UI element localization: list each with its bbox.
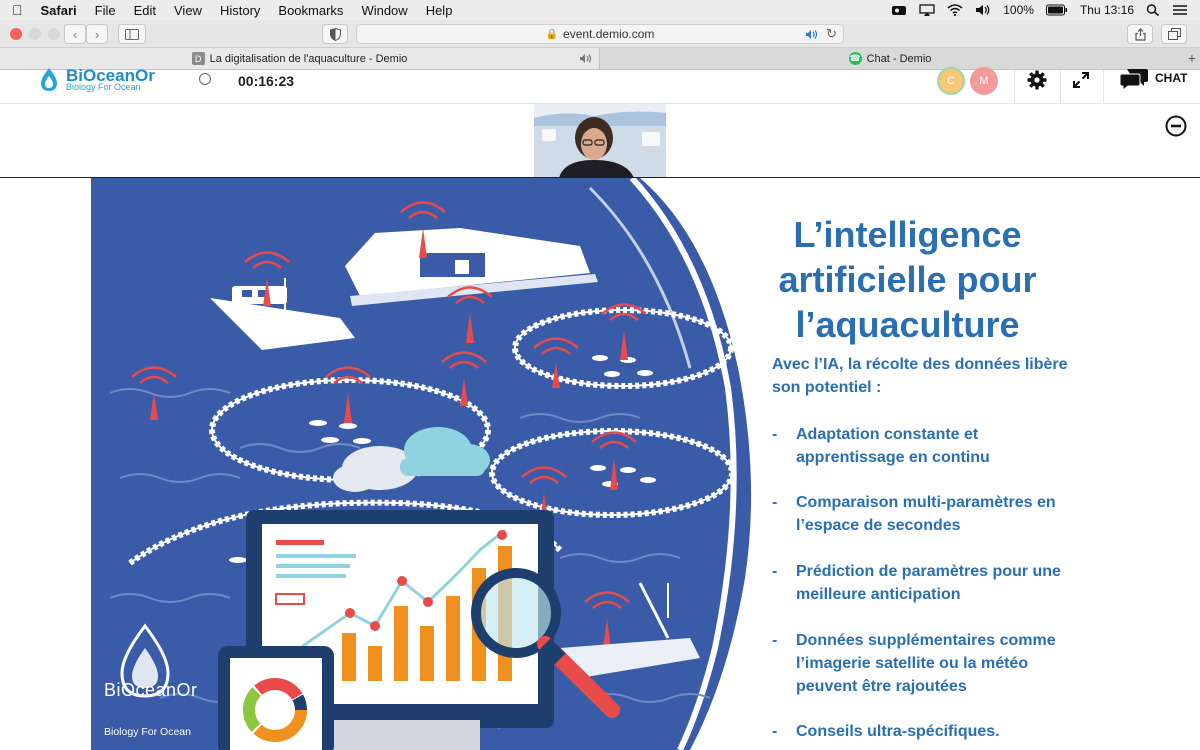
bullet-line: l’imagerie satellite ou la météo	[796, 655, 1029, 672]
slide-intro: Avec l’IA, la récolte des données libère…	[772, 353, 1102, 399]
close-window-button[interactable]	[10, 28, 22, 40]
new-tab-button[interactable]: +	[1188, 50, 1196, 66]
bullet-line: Conseils ultra-spécifiques.	[796, 723, 1000, 740]
wifi-icon[interactable]	[947, 4, 963, 16]
back-button[interactable]: ‹	[64, 24, 86, 44]
presenter-video[interactable]	[534, 104, 666, 178]
apple-icon[interactable]: 	[12, 2, 23, 18]
privacy-report-button[interactable]	[322, 24, 348, 44]
slide-intro-line: Avec l’IA, la récolte des données libère	[772, 356, 1068, 373]
tab-title: La digitalisation de l'aquaculture - Dem…	[209, 52, 408, 65]
battery-icon[interactable]	[1045, 4, 1068, 16]
attendee-avatar[interactable]: M	[970, 67, 998, 95]
tab-chat[interactable]: ☎ Chat - Demio	[600, 48, 1180, 69]
control-center-icon[interactable]	[1172, 4, 1188, 16]
bullet-line: Comparaison multi-paramètres en	[796, 494, 1056, 511]
volume-icon[interactable]	[975, 4, 991, 16]
slide-bullet: - Adaptation constante et apprentissage …	[772, 423, 1092, 469]
aquaculture-illustration	[91, 178, 752, 750]
airplay-icon[interactable]	[919, 4, 935, 16]
chat-button[interactable]: CHAT	[1155, 71, 1187, 85]
bullet-line: l’espace de secondes	[796, 517, 961, 534]
bullet-dash: -	[772, 632, 778, 649]
chevron-left-icon: ‹	[72, 26, 78, 42]
presentation-slide: BiOceanOr Biology For Ocean L’intelligen…	[0, 178, 1200, 750]
bullet-dash: -	[772, 563, 778, 580]
tabs-overview-icon	[1167, 28, 1181, 40]
gear-icon[interactable]	[1027, 70, 1047, 90]
audio-playing-icon[interactable]	[805, 29, 819, 40]
share-button[interactable]	[1127, 24, 1153, 44]
tab-title: Chat - Demio	[866, 52, 932, 65]
sidebar-icon	[125, 28, 139, 40]
demio-favicon: D	[191, 52, 205, 65]
menu-view[interactable]: View	[174, 3, 202, 18]
slide-title: L’intelligence artificielle pour l’aquac…	[760, 212, 1055, 347]
slide-bullet: - Comparaison multi-paramètres en l’espa…	[772, 491, 1092, 537]
bullet-line: meilleure anticipation	[796, 586, 961, 603]
spotlight-search-icon[interactable]	[1146, 4, 1160, 16]
minimize-window-button[interactable]	[29, 28, 41, 40]
bullet-line: apprentissage en continu	[796, 449, 990, 466]
menu-history[interactable]: History	[220, 3, 260, 18]
tab-bar: D La digitalisation de l'aquaculture - D…	[0, 48, 1200, 70]
menu-bookmarks[interactable]: Bookmarks	[278, 3, 343, 18]
chat-favicon-icon: ☎	[848, 52, 862, 65]
menu-app-name[interactable]: Safari	[41, 3, 77, 18]
slide-brand-tagline: Biology For Ocean	[104, 726, 191, 738]
speaker-icon[interactable]	[579, 53, 593, 64]
slide-title-line: L’intelligence	[793, 214, 1022, 255]
shield-icon	[329, 27, 341, 41]
zoom-window-button[interactable]	[48, 28, 60, 40]
menu-window[interactable]: Window	[361, 3, 407, 18]
recording-indicator-icon	[199, 73, 211, 85]
slide-bullet: - Données supplémentaires comme l’imager…	[772, 629, 1092, 698]
fullscreen-icon[interactable]	[1073, 72, 1089, 88]
attendee-avatar[interactable]: C	[937, 67, 965, 95]
bullet-line: Données supplémentaires comme	[796, 632, 1056, 649]
forward-button[interactable]: ›	[86, 24, 108, 44]
clock[interactable]: Thu 13:16	[1080, 3, 1134, 17]
chevron-right-icon: ›	[94, 26, 100, 42]
divider	[1014, 70, 1015, 104]
lock-icon: 🔒	[545, 28, 559, 40]
sidebar-toggle-button[interactable]	[118, 24, 146, 44]
bullet-line: peuvent être rajoutées	[796, 678, 967, 695]
show-tabs-button[interactable]	[1161, 24, 1187, 44]
address-bar[interactable]: 🔒 event.demio.com ↻	[356, 24, 844, 44]
presenter-video-feed	[534, 104, 666, 178]
slide-bullet: - Prédiction de paramètres pour une meil…	[772, 560, 1092, 606]
bullet-line: Prédiction de paramètres pour une	[796, 563, 1061, 580]
video-camera-icon[interactable]	[891, 4, 907, 16]
slide-title-line: artificielle pour	[778, 259, 1037, 300]
battery-percentage: 100%	[1003, 3, 1034, 17]
menu-edit[interactable]: Edit	[134, 3, 156, 18]
slide-bullet: - Conseils ultra-spécifiques.	[772, 720, 1092, 743]
divider	[1060, 70, 1061, 104]
bullet-dash: -	[772, 426, 778, 443]
reload-icon[interactable]: ↻	[826, 26, 837, 42]
divider	[1103, 70, 1104, 104]
menu-file[interactable]: File	[95, 3, 116, 18]
bullet-dash: -	[772, 723, 778, 740]
bioceanor-logo-icon	[41, 68, 57, 91]
slide-brand-name: BiOceanOr	[104, 680, 198, 700]
bullet-line: Adaptation constante et	[796, 426, 979, 443]
minimize-video-icon[interactable]	[1165, 115, 1187, 137]
menu-help[interactable]: Help	[426, 3, 453, 18]
macos-menu-bar:  Safari File Edit View History Bookmark…	[0, 0, 1200, 20]
chat-bubbles-icon[interactable]	[1119, 69, 1149, 91]
safari-toolbar: ‹ › 🔒 event.demio.com ↻	[0, 20, 1200, 48]
demio-header: BiOceanOr Biology For Ocean 00:16:23 C M…	[0, 66, 1200, 104]
brand-tagline: Biology For Ocean	[66, 82, 141, 92]
slide-title-line: l’aquaculture	[795, 304, 1020, 345]
bullet-dash: -	[772, 494, 778, 511]
slide-intro-line: son potentiel :	[772, 379, 882, 396]
session-timer: 00:16:23	[238, 73, 295, 89]
share-icon	[1134, 27, 1146, 41]
url-text: event.demio.com	[563, 27, 655, 41]
